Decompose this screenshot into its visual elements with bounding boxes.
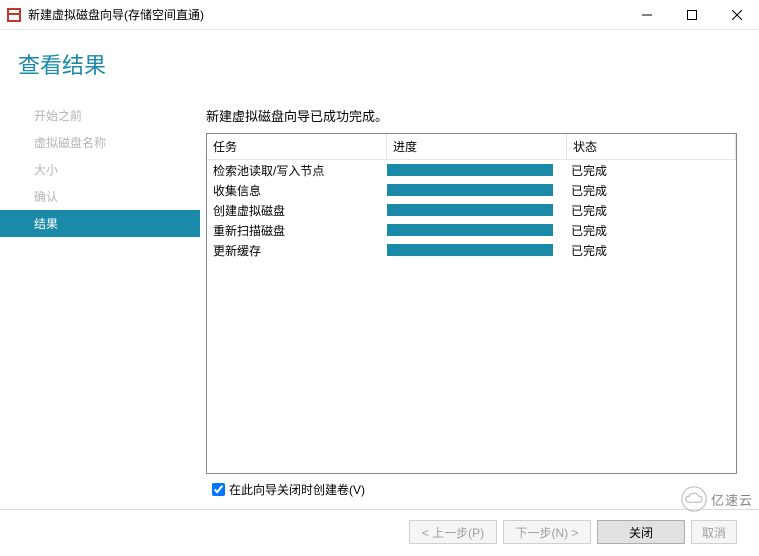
table-row[interactable]: 更新缓存 已完成	[207, 240, 736, 260]
cell-task: 创建虚拟磁盘	[207, 202, 387, 219]
watermark-text: 亿速云	[711, 490, 753, 509]
title-bar: 新建虚拟磁盘向导(存储空间直通)	[0, 0, 759, 30]
table-row[interactable]: 重新扫描磁盘 已完成	[207, 220, 736, 240]
sidebar-item-size: 大小	[0, 156, 200, 183]
table-row[interactable]: 创建虚拟磁盘 已完成	[207, 200, 736, 220]
create-volume-checkbox-row[interactable]: 在此向导关闭时创建卷(V)	[206, 474, 737, 509]
create-volume-label: 在此向导关闭时创建卷(V)	[229, 481, 365, 498]
results-table: 任务 进度 状态 检索池读取/写入节点已完成收集信息已完成创建虚拟磁盘已完成重新…	[206, 133, 737, 474]
progress-bar	[387, 204, 553, 216]
watermark: 亿速云	[681, 486, 753, 512]
previous-button: < 上一步(P)	[409, 520, 497, 544]
progress-bar	[387, 184, 553, 196]
cell-progress	[387, 164, 567, 176]
table-row[interactable]: 收集信息 已完成	[207, 180, 736, 200]
wizard-sidebar: 开始之前 虚拟磁盘名称 大小 确认 结果	[0, 98, 200, 509]
col-task[interactable]: 任务	[207, 134, 387, 159]
cell-task: 重新扫描磁盘	[207, 222, 387, 239]
sidebar-item-confirm: 确认	[0, 183, 200, 210]
cell-status: 已完成	[567, 162, 736, 179]
table-body: 检索池读取/写入节点已完成收集信息已完成创建虚拟磁盘已完成重新扫描磁盘已完成更新…	[207, 160, 736, 473]
cloud-icon	[681, 486, 707, 512]
cell-progress	[387, 184, 567, 196]
cell-task: 更新缓存	[207, 242, 387, 259]
cell-task: 收集信息	[207, 182, 387, 199]
progress-bar	[387, 224, 553, 236]
col-status[interactable]: 状态	[567, 134, 736, 159]
sidebar-item-disk-name: 虚拟磁盘名称	[0, 129, 200, 156]
app-icon	[6, 7, 22, 23]
col-progress[interactable]: 进度	[387, 134, 567, 159]
progress-bar	[387, 164, 553, 176]
minimize-button[interactable]	[624, 0, 669, 29]
cell-progress	[387, 204, 567, 216]
main-panel: 新建虚拟磁盘向导已成功完成。 任务 进度 状态 检索池读取/写入节点已完成收集信…	[200, 98, 759, 509]
create-volume-checkbox[interactable]	[212, 483, 225, 496]
cell-status: 已完成	[567, 182, 736, 199]
cell-progress	[387, 244, 567, 256]
window-controls	[624, 0, 759, 29]
window-title: 新建虚拟磁盘向导(存储空间直通)	[28, 6, 624, 23]
progress-bar	[387, 244, 553, 256]
close-button[interactable]	[714, 0, 759, 29]
cell-status: 已完成	[567, 222, 736, 239]
table-header: 任务 进度 状态	[207, 134, 736, 160]
cell-status: 已完成	[567, 242, 736, 259]
cancel-button: 取消	[691, 520, 737, 544]
body: 开始之前 虚拟磁盘名称 大小 确认 结果 新建虚拟磁盘向导已成功完成。 任务 进…	[0, 98, 759, 509]
page-title: 查看结果	[0, 30, 759, 98]
maximize-button[interactable]	[669, 0, 714, 29]
cell-status: 已完成	[567, 202, 736, 219]
close-wizard-button[interactable]: 关闭	[597, 520, 685, 544]
cell-task: 检索池读取/写入节点	[207, 162, 387, 179]
next-button: 下一步(N) >	[503, 520, 591, 544]
completion-message: 新建虚拟磁盘向导已成功完成。	[206, 106, 737, 125]
sidebar-item-before-begin: 开始之前	[0, 102, 200, 129]
table-row[interactable]: 检索池读取/写入节点 已完成	[207, 160, 736, 180]
content: 查看结果 开始之前 虚拟磁盘名称 大小 确认 结果 新建虚拟磁盘向导已成功完成。…	[0, 30, 759, 556]
sidebar-item-results: 结果	[0, 210, 200, 237]
footer-buttons: < 上一步(P) 下一步(N) > 关闭 取消	[0, 509, 759, 556]
cell-progress	[387, 224, 567, 236]
